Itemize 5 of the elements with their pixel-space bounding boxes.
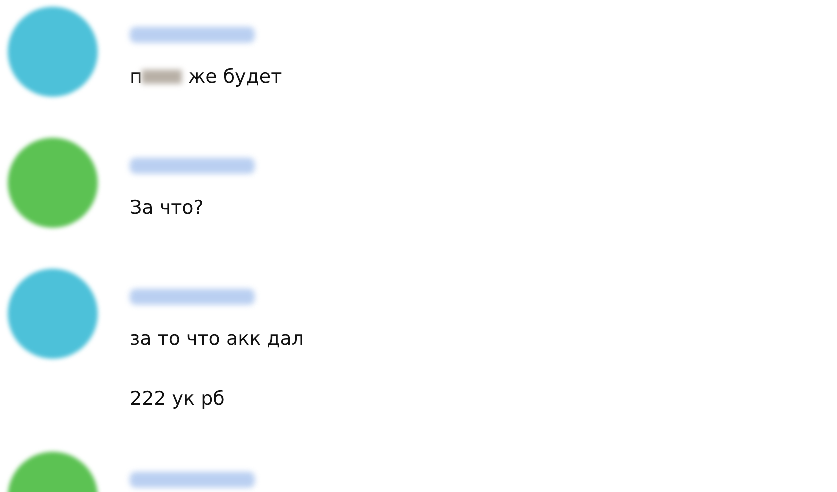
- message-text: за то что акк дал: [130, 327, 304, 351]
- message-text: 222 ук рб: [130, 387, 225, 411]
- message-text: же будет: [187, 65, 282, 89]
- message-text: п: [130, 65, 142, 89]
- message-text: За что?: [130, 196, 204, 220]
